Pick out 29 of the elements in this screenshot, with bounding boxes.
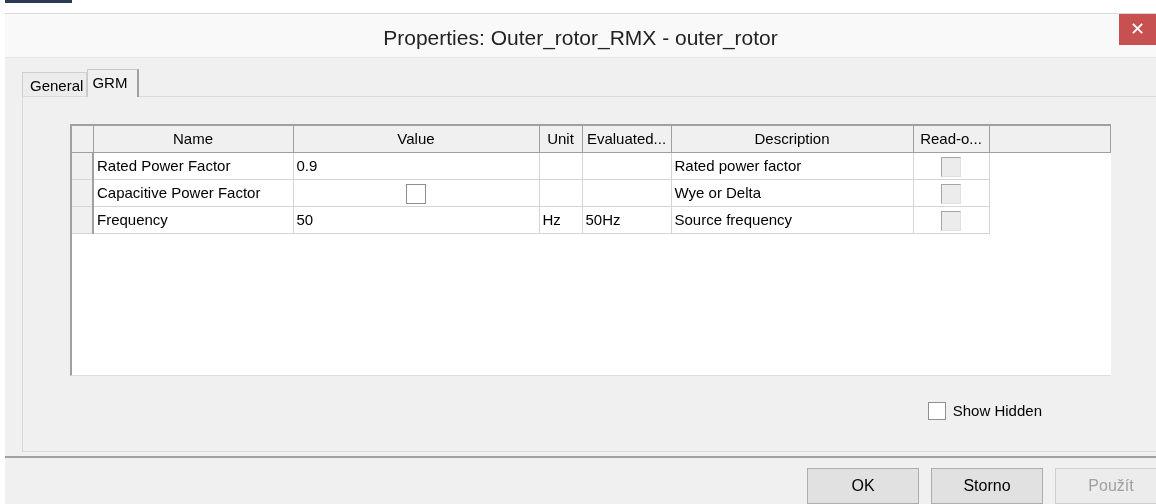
column-header: Description bbox=[671, 125, 913, 153]
table-cell: 50Hz bbox=[582, 206, 671, 234]
checkbox[interactable] bbox=[927, 402, 946, 421]
tab[interactable]: General bbox=[22, 71, 88, 96]
dialog-button[interactable]: OK bbox=[807, 468, 919, 504]
table-cell[interactable]: 50 bbox=[293, 206, 539, 234]
column-header: Value bbox=[293, 125, 539, 153]
column-header: Unit bbox=[539, 125, 582, 153]
tab[interactable]: GRM bbox=[87, 68, 140, 97]
table-cell: Rated power factor bbox=[671, 152, 913, 180]
column-header: Read-o... bbox=[913, 125, 989, 153]
table-cell: Frequency bbox=[93, 206, 293, 234]
checkbox-label[interactable]: Show Hidden bbox=[952, 399, 1042, 423]
window-title: Properties: Outer_rotor_RMX - outer_rotor bbox=[383, 24, 778, 52]
table-cell: Capacitive Power Factor bbox=[93, 179, 293, 207]
table-cell bbox=[539, 152, 582, 180]
column-header: Evaluated... bbox=[582, 125, 671, 153]
dialog-button[interactable]: Storno bbox=[931, 468, 1043, 504]
column-header: Name bbox=[93, 125, 293, 153]
row-header[interactable] bbox=[72, 152, 93, 180]
close-button[interactable]: ✕ bbox=[1119, 14, 1156, 45]
row-header[interactable] bbox=[72, 179, 93, 207]
checkbox[interactable] bbox=[406, 184, 426, 205]
table-cell[interactable]: 0.9 bbox=[293, 152, 539, 180]
row-header[interactable] bbox=[72, 206, 93, 234]
table-cell: Source frequency bbox=[671, 206, 913, 234]
table-cell: Wye or Delta bbox=[671, 179, 913, 207]
table-cell: Rated Power Factor bbox=[93, 152, 293, 180]
table-cell: Hz bbox=[539, 206, 582, 234]
